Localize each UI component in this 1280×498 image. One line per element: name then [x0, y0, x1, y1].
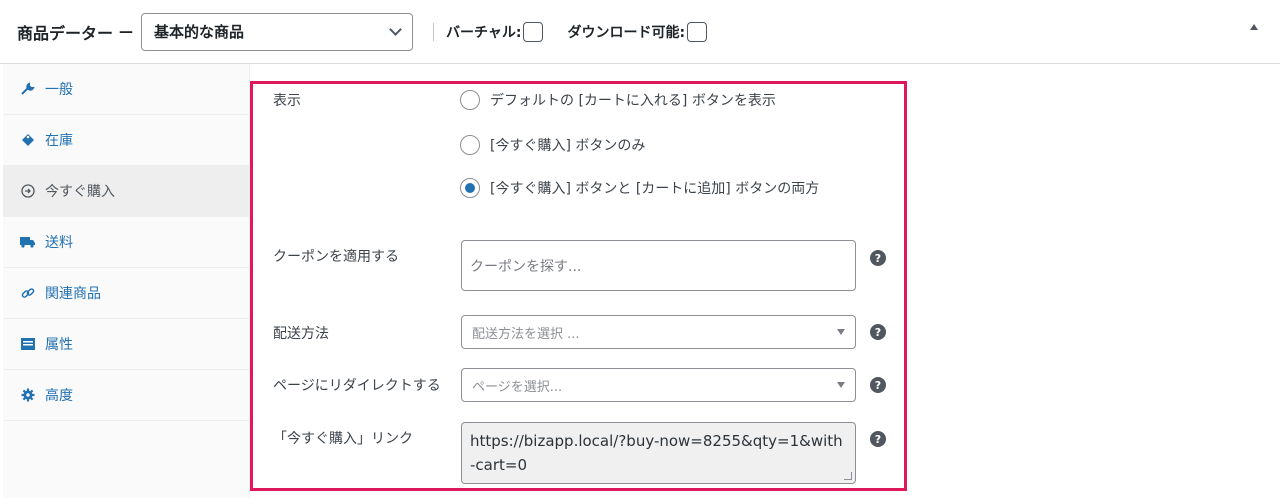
downloadable-option[interactable]: ダウンロード可能: — [567, 21, 708, 42]
buy-now-link-textarea[interactable]: https://bizapp.local/?buy-now=8255&qty=1… — [461, 422, 856, 484]
buy-now-link-label: 「今すぐ購入」リンク — [273, 431, 413, 447]
tab-inventory[interactable]: 在庫 — [3, 115, 249, 166]
radio-label: [今すぐ購入] ボタンのみ — [490, 138, 646, 154]
panel-title: 商品データー — [17, 23, 114, 43]
tab-label: 一般 — [45, 82, 73, 98]
tab-shipping[interactable]: 送料 — [3, 217, 249, 268]
tab-label: 送料 — [45, 235, 73, 251]
tab-label: 属性 — [45, 337, 73, 353]
product-type-value: 基本的な商品 — [154, 23, 245, 41]
wrench-icon — [19, 82, 37, 96]
buy-now-link-value: https://bizapp.local/?buy-now=8255&qty=1… — [470, 432, 843, 474]
radio-button[interactable] — [460, 90, 480, 110]
virtual-option[interactable]: バーチャル: — [446, 21, 544, 42]
truck-icon — [19, 236, 37, 248]
redirect-label: ページにリダイレクトする — [273, 378, 441, 394]
help-icon[interactable]: ? — [870, 250, 886, 266]
help-icon[interactable]: ? — [870, 377, 886, 393]
shipping-label: 配送方法 — [273, 326, 329, 342]
redirect-page-select[interactable]: ページを選択... — [461, 368, 856, 402]
tab-label: 今すぐ購入 — [45, 184, 115, 200]
dropdown-arrow-icon — [837, 329, 845, 335]
radio-option-default[interactable]: デフォルトの [カートに入れる] ボタンを表示 — [460, 90, 776, 110]
tab-attributes[interactable]: 属性 — [3, 319, 249, 370]
coupon-search-input[interactable]: クーポンを探す... — [461, 240, 856, 291]
product-data-tabs: 一般 在庫 今すぐ購入 送料 関連商品 属性 高度 — [0, 64, 250, 498]
virtual-label: バーチャル: — [446, 24, 522, 41]
radio-option-buy-now-only[interactable]: [今すぐ購入] ボタンのみ — [460, 135, 645, 155]
list-icon — [19, 338, 37, 350]
circle-arrow-icon — [19, 184, 37, 198]
header-divider — [433, 22, 435, 41]
chevron-down-icon — [389, 22, 402, 36]
radio-label: デフォルトの [カートに入れる] ボタンを表示 — [490, 93, 776, 109]
dropdown-arrow-icon — [837, 382, 845, 388]
help-icon[interactable]: ? — [870, 431, 886, 447]
product-data-header: 商品データー — 基本的な商品 バーチャル: ダウンロード可能: — [0, 0, 1280, 64]
radio-option-both[interactable]: [今すぐ購入] ボタンと [カートに追加] ボタンの両方 — [460, 178, 819, 198]
resize-handle[interactable] — [844, 472, 852, 480]
radio-label: [今すぐ購入] ボタンと [カートに追加] ボタンの両方 — [490, 181, 820, 197]
tab-label: 関連商品 — [45, 286, 101, 302]
shipping-method-select[interactable]: 配送方法を選択 ... — [461, 315, 856, 349]
title-dash: — — [119, 23, 134, 40]
collapse-toggle-icon[interactable] — [1250, 24, 1258, 30]
link-icon — [19, 286, 37, 300]
display-label: 表示 — [273, 93, 301, 109]
tab-general[interactable]: 一般 — [3, 64, 249, 115]
downloadable-label: ダウンロード可能: — [567, 24, 686, 41]
tab-advanced[interactable]: 高度 — [3, 370, 249, 421]
tab-buy-now[interactable]: 今すぐ購入 — [3, 166, 249, 217]
redirect-placeholder: ページを選択... — [472, 379, 563, 395]
radio-button[interactable] — [460, 135, 480, 155]
product-type-select[interactable]: 基本的な商品 — [141, 12, 414, 51]
tab-label: 高度 — [45, 388, 73, 404]
tab-label: 在庫 — [45, 133, 73, 149]
help-icon[interactable]: ? — [870, 324, 886, 340]
coupon-placeholder: クーポンを探す... — [470, 258, 582, 275]
coupon-label: クーポンを適用する — [273, 249, 399, 265]
tab-linked-products[interactable]: 関連商品 — [3, 268, 249, 319]
downloadable-checkbox[interactable] — [687, 21, 708, 42]
tag-icon — [19, 133, 37, 147]
shipping-placeholder: 配送方法を選択 ... — [472, 326, 580, 342]
radio-button[interactable] — [460, 178, 480, 198]
gear-icon — [19, 388, 37, 402]
virtual-checkbox[interactable] — [523, 21, 544, 42]
